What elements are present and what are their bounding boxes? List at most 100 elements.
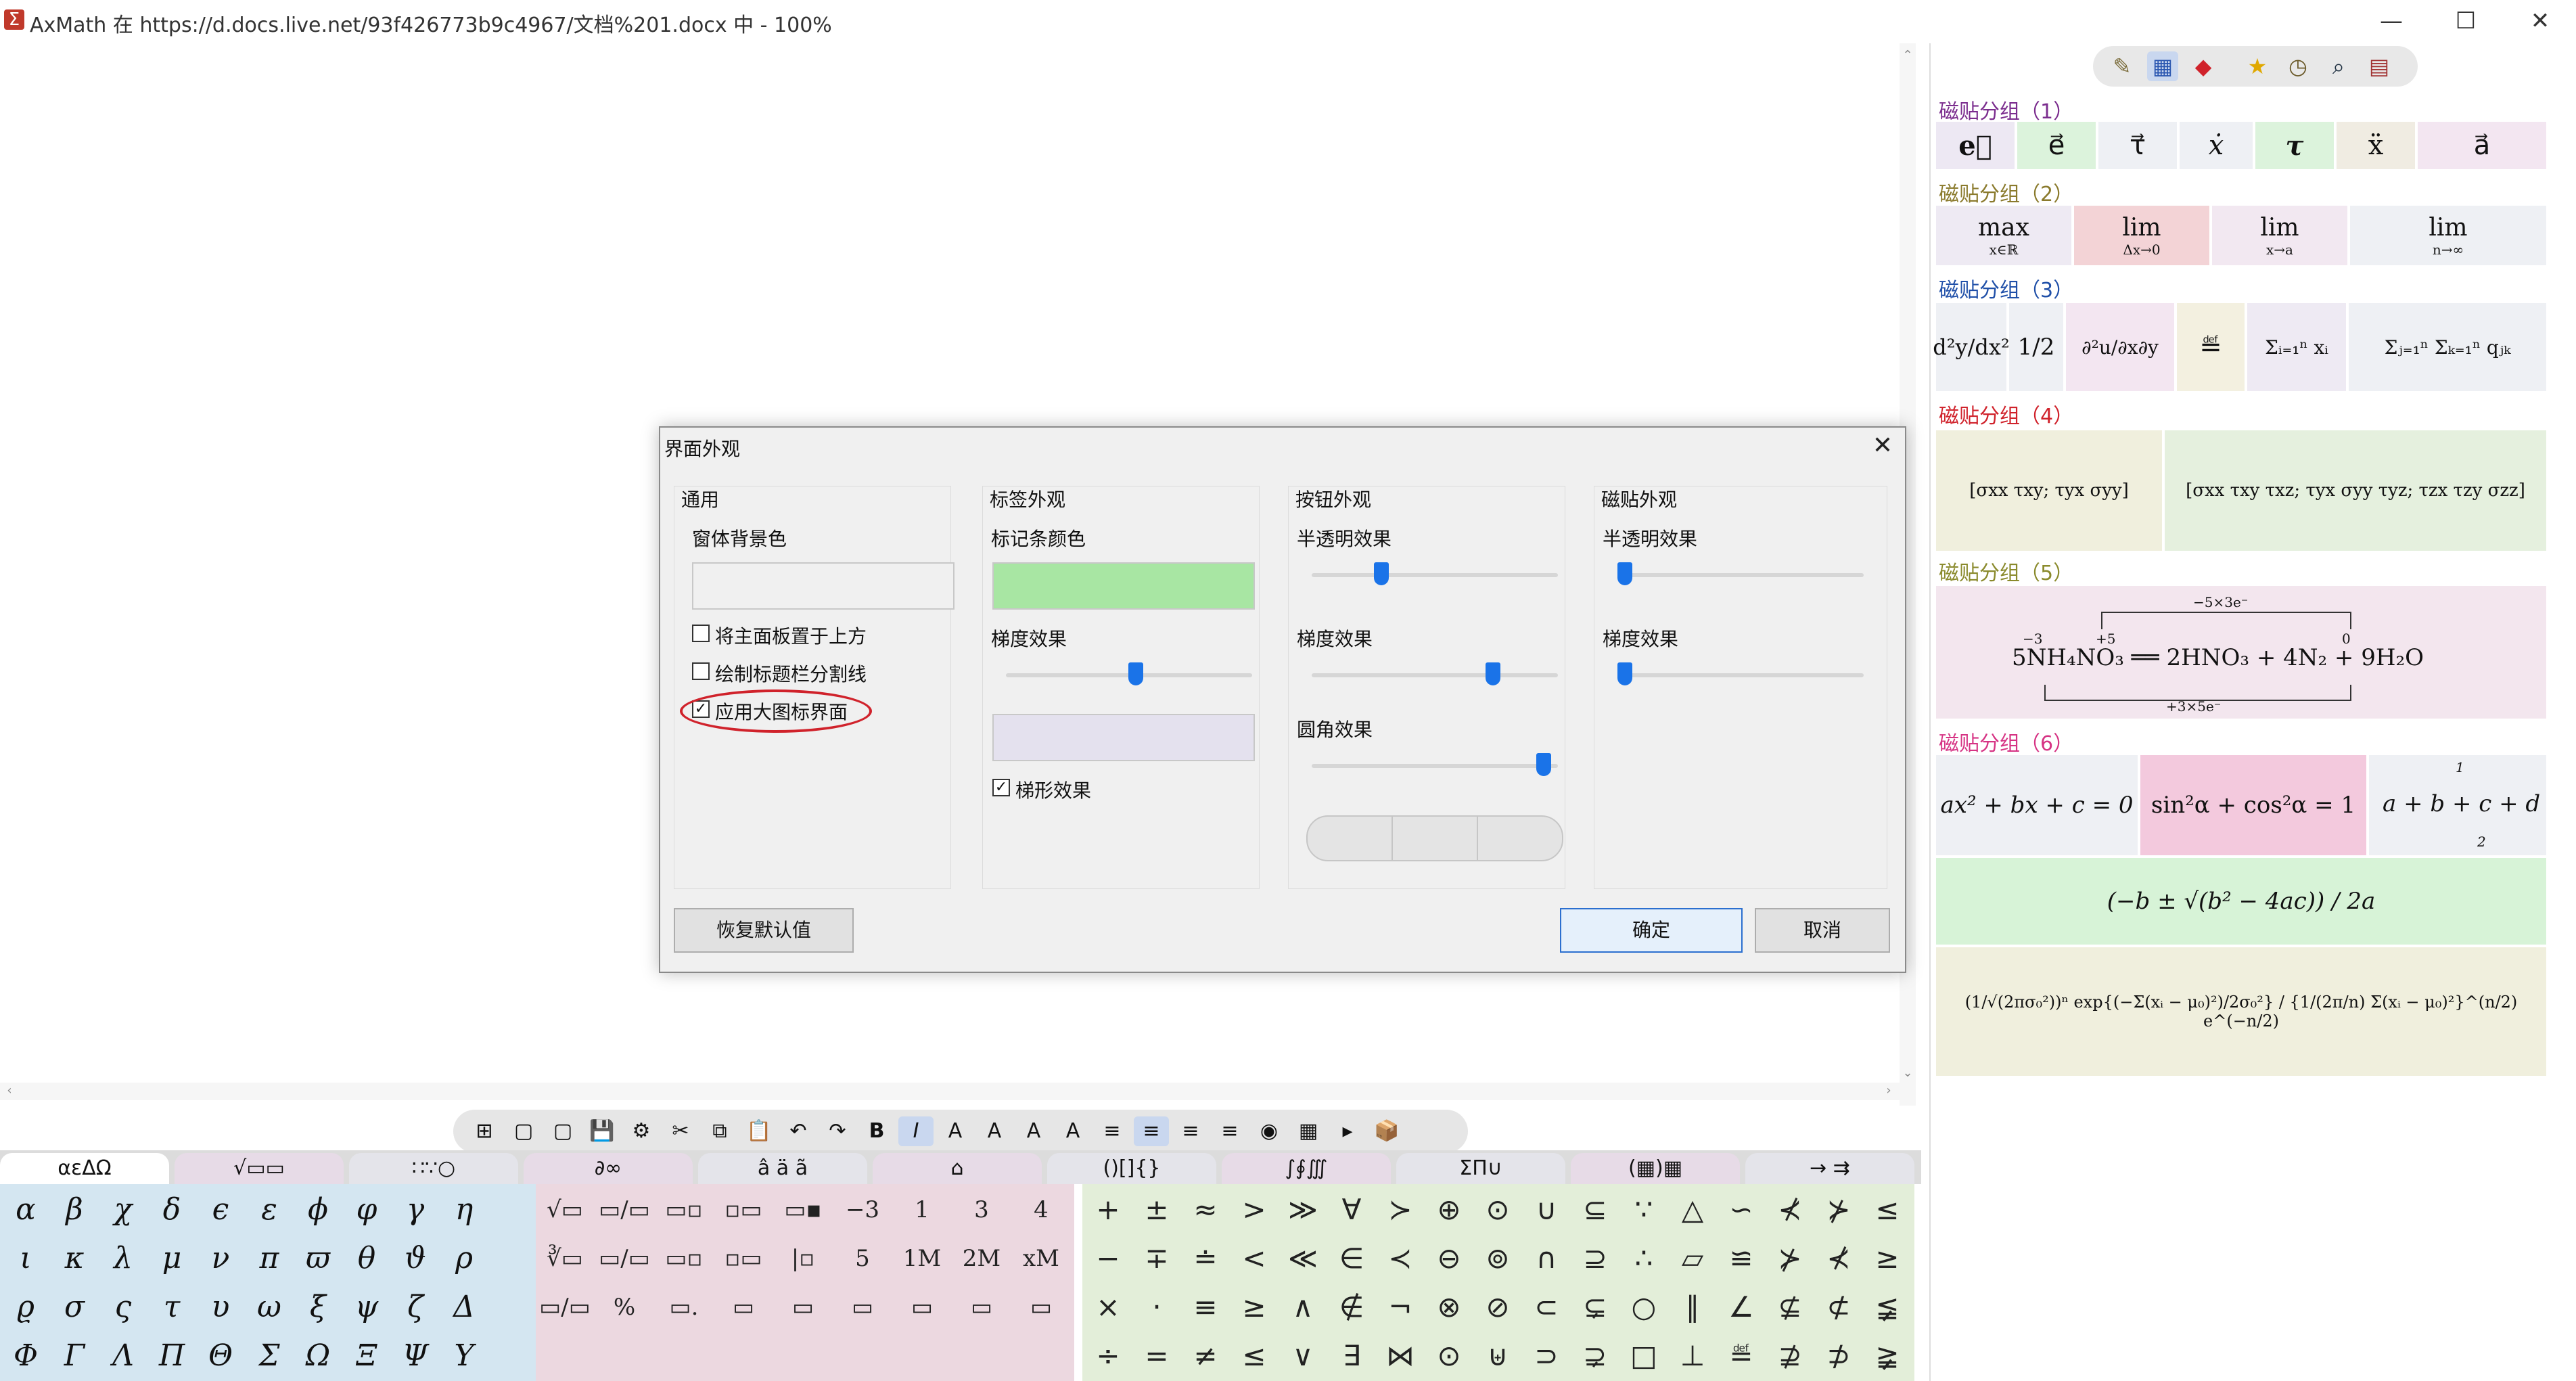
operator-key[interactable]: ∴ <box>1619 1234 1668 1283</box>
align-left-icon[interactable]: ≡ <box>1095 1116 1130 1146</box>
structure-key[interactable]: |▫ <box>774 1234 832 1283</box>
greek-key[interactable]: ι <box>1 1234 50 1283</box>
operator-key[interactable]: ≺ <box>1376 1234 1425 1283</box>
structure-key[interactable]: xM <box>1012 1234 1070 1283</box>
operator-key[interactable]: ≌ <box>1717 1234 1766 1283</box>
maximize-button[interactable]: ☐ <box>2429 0 2503 43</box>
operator-key[interactable]: △ <box>1668 1185 1717 1234</box>
radius-slider[interactable] <box>1312 764 1558 768</box>
greek-key[interactable]: ϑ <box>391 1234 440 1283</box>
greek-key[interactable]: Θ <box>196 1332 245 1380</box>
tile[interactable]: [σxx τxy τxz; τyx σyy τyz; τzx τzy σzz] <box>2165 430 2546 551</box>
operator-key[interactable]: ∧ <box>1279 1283 1327 1332</box>
greek-key[interactable]: Υ <box>440 1332 488 1380</box>
structure-key[interactable]: ▫▭ <box>714 1234 773 1283</box>
operator-key[interactable]: ⊀ <box>1814 1234 1863 1283</box>
operator-key[interactable]: ≤ <box>1230 1332 1279 1380</box>
operator-key[interactable]: ∀ <box>1327 1185 1376 1234</box>
slider-thumb[interactable] <box>1128 662 1144 685</box>
greek-key[interactable]: ϱ <box>1 1283 50 1332</box>
greek-key[interactable]: Ξ <box>342 1332 391 1380</box>
bold-button[interactable]: B <box>859 1116 894 1146</box>
tile[interactable]: ∂²u/∂x∂y <box>2066 303 2174 391</box>
tile[interactable]: ẍ <box>2337 122 2415 169</box>
operator-key[interactable]: ≻ <box>1376 1185 1425 1234</box>
operator-key[interactable]: ⊙ <box>1473 1185 1522 1234</box>
tile[interactable]: max x∈ℝ <box>1936 206 2071 265</box>
gradient-slider[interactable] <box>1312 673 1558 677</box>
operator-key[interactable]: ⊁ <box>1814 1185 1863 1234</box>
tab-9[interactable]: (▦)▦ <box>1571 1153 1740 1184</box>
eraser-icon[interactable]: ◆ <box>2188 51 2219 81</box>
align-right-icon[interactable]: ≡ <box>1173 1116 1208 1146</box>
operator-key[interactable]: ≠ <box>1181 1332 1230 1380</box>
structure-key[interactable]: 3 <box>952 1185 1011 1234</box>
secondary-color-swatch[interactable] <box>992 714 1255 761</box>
operator-key[interactable]: □ <box>1619 1332 1668 1380</box>
structure-key[interactable]: ▭ <box>774 1283 832 1332</box>
greek-key[interactable]: ς <box>99 1283 147 1332</box>
operator-key[interactable]: ⊋ <box>1571 1332 1619 1380</box>
structure-key[interactable]: 2M <box>952 1234 1011 1283</box>
font-bold-a-button[interactable]: A <box>1016 1116 1051 1146</box>
opacity-slider[interactable] <box>1312 573 1558 577</box>
slider-thumb[interactable] <box>1485 662 1500 685</box>
tab-5[interactable]: ⌂ <box>873 1153 1042 1184</box>
font-a2-button[interactable]: A <box>977 1116 1012 1146</box>
structure-key[interactable]: 1M <box>893 1234 951 1283</box>
marker-color-swatch[interactable] <box>992 562 1255 610</box>
operator-key[interactable]: ∈ <box>1327 1234 1376 1283</box>
operator-key[interactable]: ≝ <box>1717 1332 1766 1380</box>
clock-icon[interactable]: ◷ <box>2282 51 2314 81</box>
operator-key[interactable]: ⊇ <box>1571 1234 1619 1283</box>
greek-key[interactable]: Φ <box>1 1332 50 1380</box>
font-a-button[interactable]: A <box>938 1116 973 1146</box>
operator-key[interactable]: ⊗ <box>1425 1283 1473 1332</box>
search-icon[interactable]: ⌕ <box>2323 51 2354 81</box>
minimize-button[interactable]: — <box>2354 0 2429 43</box>
operator-key[interactable]: ∨ <box>1279 1332 1327 1380</box>
structure-key[interactable]: ▫▭ <box>714 1185 773 1234</box>
tab-2[interactable]: ∷∵○ <box>349 1153 518 1184</box>
operator-key[interactable]: ⊖ <box>1425 1234 1473 1283</box>
structure-key[interactable]: ▭▪ <box>774 1185 832 1234</box>
tile[interactable]: lim Δx→0 <box>2074 206 2209 265</box>
tile[interactable]: [σxx τxy; τyx σyy] <box>1936 430 2162 551</box>
tile[interactable]: τ⃗ <box>2098 122 2177 169</box>
operator-key[interactable]: ⊂ <box>1522 1283 1571 1332</box>
operator-key[interactable]: ¬ <box>1376 1283 1425 1332</box>
tile[interactable]: Σⱼ₌₁ⁿ Σₖ₌₁ⁿ qⱼₖ <box>2349 303 2546 391</box>
books-icon[interactable]: ▤ <box>2364 51 2395 81</box>
operator-key[interactable]: ⊅ <box>1814 1332 1863 1380</box>
structure-key[interactable]: ▭ <box>893 1283 951 1332</box>
operator-key[interactable]: ÷ <box>1084 1332 1132 1380</box>
slider-thumb[interactable] <box>1536 753 1551 776</box>
structure-key[interactable]: ▭ <box>714 1283 773 1332</box>
operator-key[interactable]: ≩ <box>1863 1332 1912 1380</box>
greek-key[interactable]: π <box>245 1234 294 1283</box>
structure-key[interactable]: √▭ <box>536 1185 594 1234</box>
operator-key[interactable]: ○ <box>1619 1283 1668 1332</box>
tile[interactable]: d²y/dx² <box>1933 303 2010 391</box>
align-center-icon[interactable]: ≡ <box>1134 1116 1169 1146</box>
tile[interactable]: e⃗ <box>1936 122 2015 169</box>
horizontal-scrollbar[interactable]: ‹ › <box>0 1083 1900 1100</box>
operator-key[interactable]: ⊕ <box>1425 1185 1473 1234</box>
operator-key[interactable]: ∵ <box>1619 1185 1668 1234</box>
operator-key[interactable]: ≡ <box>1181 1283 1230 1332</box>
operator-key[interactable]: ≐ <box>1181 1234 1230 1283</box>
slider-thumb[interactable] <box>1374 562 1389 585</box>
greek-key[interactable]: Γ <box>50 1332 99 1380</box>
greek-key[interactable]: δ <box>147 1185 196 1234</box>
operator-key[interactable]: ▱ <box>1668 1234 1717 1283</box>
tab-4[interactable]: â ä ã <box>698 1153 867 1184</box>
operator-key[interactable]: ⊙ <box>1425 1332 1473 1380</box>
opacity-slider[interactable] <box>1617 573 1864 577</box>
greek-key[interactable]: Ψ <box>391 1332 440 1380</box>
color-icon[interactable]: ◉ <box>1251 1116 1287 1146</box>
greek-key[interactable]: υ <box>196 1283 245 1332</box>
structure-key[interactable]: ▭. <box>655 1283 713 1332</box>
greek-key[interactable]: ε <box>245 1185 294 1234</box>
operator-key[interactable]: ≪ <box>1279 1234 1327 1283</box>
close-icon[interactable]: ✕ <box>1872 432 1893 459</box>
